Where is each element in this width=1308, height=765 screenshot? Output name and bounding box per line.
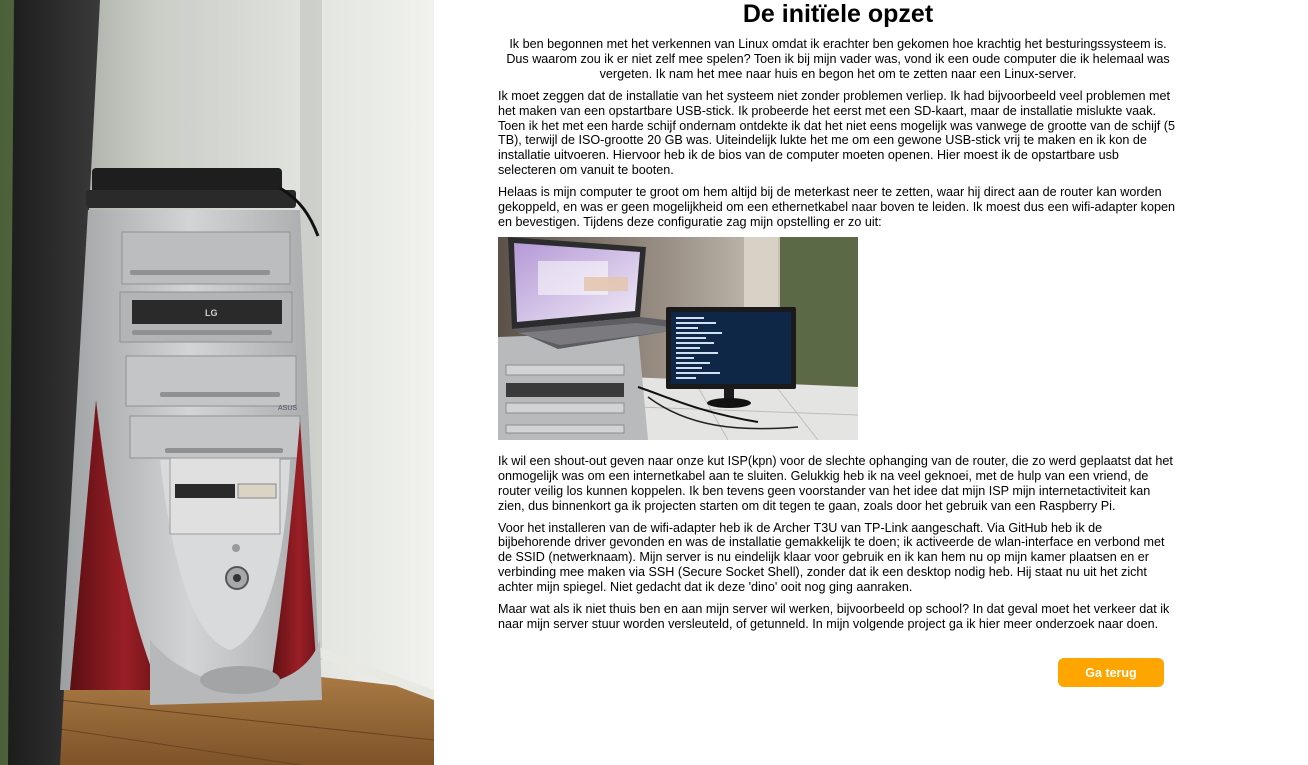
install-paragraph: Ik moet zeggen dat de installatie van he… (498, 88, 1175, 178)
next-project-paragraph: Maar wat als ik niet thuis ben en aan mi… (498, 602, 1170, 631)
isp-paragraph: Ik wil een shout-out geven naar onze kut… (498, 453, 1173, 513)
setup-photo (498, 236, 858, 440)
lg-logo: LG (205, 308, 218, 318)
page: LG ASUS De initïele opzet Ik ben begonne… (0, 0, 1308, 765)
back-button-wrapper: Ga terug (1058, 658, 1164, 687)
article: De initïele opzet Ik ben begonnen met he… (498, 0, 1178, 687)
wifi-paragraph: Helaas is mijn computer te groot om hem … (498, 185, 1176, 229)
asus-logo: ASUS (278, 405, 297, 412)
page-title: De initïele opzet (742, 0, 934, 28)
adapter-paragraph: Voor het installeren van de wifi-adapter… (498, 520, 1165, 595)
back-button[interactable]: Ga terug (1058, 658, 1164, 687)
pc-tower-image: LG ASUS (0, 0, 434, 765)
intro-paragraph: Ik ben begonnen met het verkennen van Li… (506, 37, 1170, 81)
hero-photo-pc-tower: LG ASUS (0, 0, 434, 765)
